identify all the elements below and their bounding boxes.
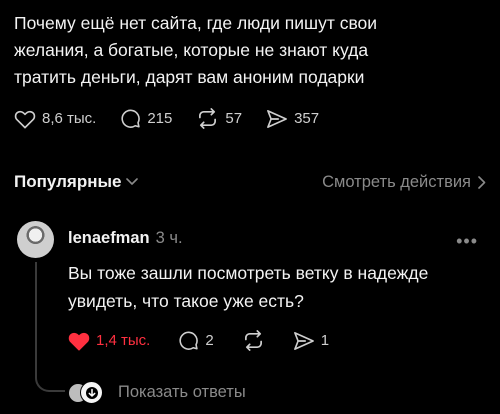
reply-avatar bbox=[80, 381, 103, 404]
heart-filled-icon bbox=[68, 332, 90, 350]
post-like-button[interactable]: 8,6 тыс. bbox=[14, 109, 96, 129]
more-options-icon[interactable]: ••• bbox=[456, 231, 478, 252]
show-replies-button[interactable]: Показать ответы bbox=[68, 381, 246, 404]
sort-bar: Популярные Смотреть действия bbox=[14, 170, 486, 194]
repost-icon bbox=[199, 108, 217, 129]
post-repost-button[interactable]: 57 bbox=[196, 108, 242, 129]
comment-like-count: 1,4 тыс. bbox=[96, 332, 151, 349]
avatar[interactable] bbox=[17, 221, 54, 258]
share-icon bbox=[267, 109, 287, 128]
post-comment-button[interactable]: 215 bbox=[120, 108, 172, 129]
comment-username[interactable]: lenaefman bbox=[68, 229, 150, 248]
comment-reply-count: 2 bbox=[205, 332, 214, 349]
post-text-line: Почему ещё нет сайта, где люди пишут сво… bbox=[14, 13, 378, 33]
post-comment-count: 215 bbox=[147, 110, 173, 127]
post-actions-bar: 8,6 тыс. 215 57 357 bbox=[14, 108, 343, 129]
post-share-count: 357 bbox=[294, 110, 320, 127]
post-like-count: 8,6 тыс. bbox=[42, 110, 97, 127]
post-text-line: желания, а богатые, которые не знают куд… bbox=[14, 40, 369, 60]
share-icon bbox=[293, 331, 314, 350]
heart-outline-icon bbox=[14, 110, 36, 128]
comment-actions-bar: 1,4 тыс. 2 1 bbox=[68, 330, 357, 351]
comment-share-button[interactable]: 1 bbox=[293, 331, 329, 351]
sort-label: Популярные bbox=[14, 172, 122, 191]
thread-curve bbox=[35, 372, 65, 392]
comment-header: lenaefman 3 ч. bbox=[68, 229, 183, 248]
see-actions-label: Смотреть действия bbox=[322, 172, 471, 191]
comment-time: 3 ч. bbox=[155, 229, 183, 247]
thread-line bbox=[35, 262, 37, 377]
show-replies-label: Показать ответы bbox=[118, 382, 246, 401]
chevron-down-icon bbox=[126, 178, 139, 185]
post-repost-count: 57 bbox=[225, 110, 243, 127]
comment-text-line: увидеть, что такое уже есть? bbox=[68, 291, 304, 311]
comment-icon bbox=[121, 109, 141, 128]
comment-share-count: 1 bbox=[320, 332, 330, 349]
see-actions-link[interactable]: Смотреть действия bbox=[322, 173, 486, 192]
comment-reply-button[interactable]: 2 bbox=[178, 330, 214, 351]
post-text-line: тратить деньги, дарят вам аноним подарки bbox=[14, 67, 365, 87]
comment-text-line: Вы тоже зашли посмотреть ветку в надежде bbox=[68, 263, 429, 283]
sort-dropdown[interactable]: Популярные bbox=[14, 172, 139, 192]
reply-avatars bbox=[68, 381, 110, 404]
chevron-right-icon bbox=[478, 175, 486, 189]
comment-repost-button[interactable] bbox=[242, 330, 265, 351]
comment-text: Вы тоже зашли посмотреть ветку в надежде… bbox=[68, 259, 478, 315]
post-share-button[interactable]: 357 bbox=[266, 109, 319, 129]
comment-like-button[interactable]: 1,4 тыс. bbox=[68, 331, 150, 351]
comment-icon bbox=[179, 331, 199, 350]
repost-icon bbox=[244, 330, 262, 351]
arrow-down-icon bbox=[85, 386, 98, 399]
post-text: Почему ещё нет сайта, где люди пишут сво… bbox=[14, 10, 484, 91]
